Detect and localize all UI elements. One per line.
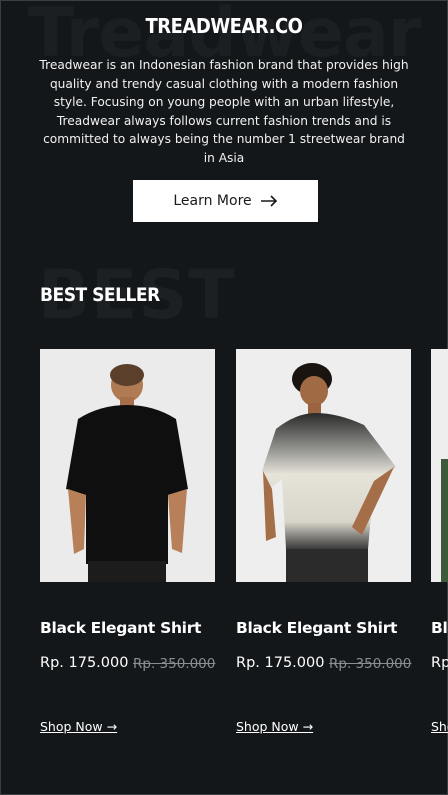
black-tshirt-back-photo[interactable] bbox=[40, 349, 215, 582]
gradient-tshirt-front-photo[interactable] bbox=[236, 349, 411, 582]
product-name[interactable]: Black Elegant Shirt bbox=[40, 619, 201, 637]
brand-title: TREADWEAR.CO bbox=[145, 14, 303, 38]
learn-more-label: Learn More bbox=[173, 193, 252, 209]
brand-description: Treadwear is an Indonesian fashion brand… bbox=[39, 58, 409, 165]
shop-now-link[interactable]: Shop Now → bbox=[40, 719, 117, 734]
product-price: Rp bbox=[431, 655, 448, 671]
learn-more-button[interactable]: Learn More bbox=[133, 180, 318, 222]
product-name[interactable]: Black Elegant Shirt bbox=[236, 619, 397, 637]
product-card[interactable]: Bl Rp Sho bbox=[431, 349, 448, 749]
product-price: Rp. 175.000 bbox=[40, 655, 129, 671]
product-old-price: Rp. 350.000 bbox=[133, 656, 216, 672]
product-price: Rp. 175.000 bbox=[236, 655, 325, 671]
arrow-right-icon bbox=[260, 195, 277, 207]
product-card[interactable]: Black Elegant Shirt Rp. 175.000 Rp. 350.… bbox=[40, 349, 215, 734]
shop-now-link[interactable]: Sho bbox=[431, 719, 448, 734]
section-title: BEST SELLER bbox=[40, 284, 160, 306]
product-name[interactable]: Bl bbox=[431, 619, 448, 637]
partial-product-photo[interactable] bbox=[431, 349, 448, 582]
product-card[interactable]: Black Elegant Shirt Rp. 175.000 Rp. 350.… bbox=[236, 349, 411, 734]
shop-now-link[interactable]: Shop Now → bbox=[236, 719, 313, 734]
product-old-price: Rp. 350.000 bbox=[329, 656, 412, 672]
